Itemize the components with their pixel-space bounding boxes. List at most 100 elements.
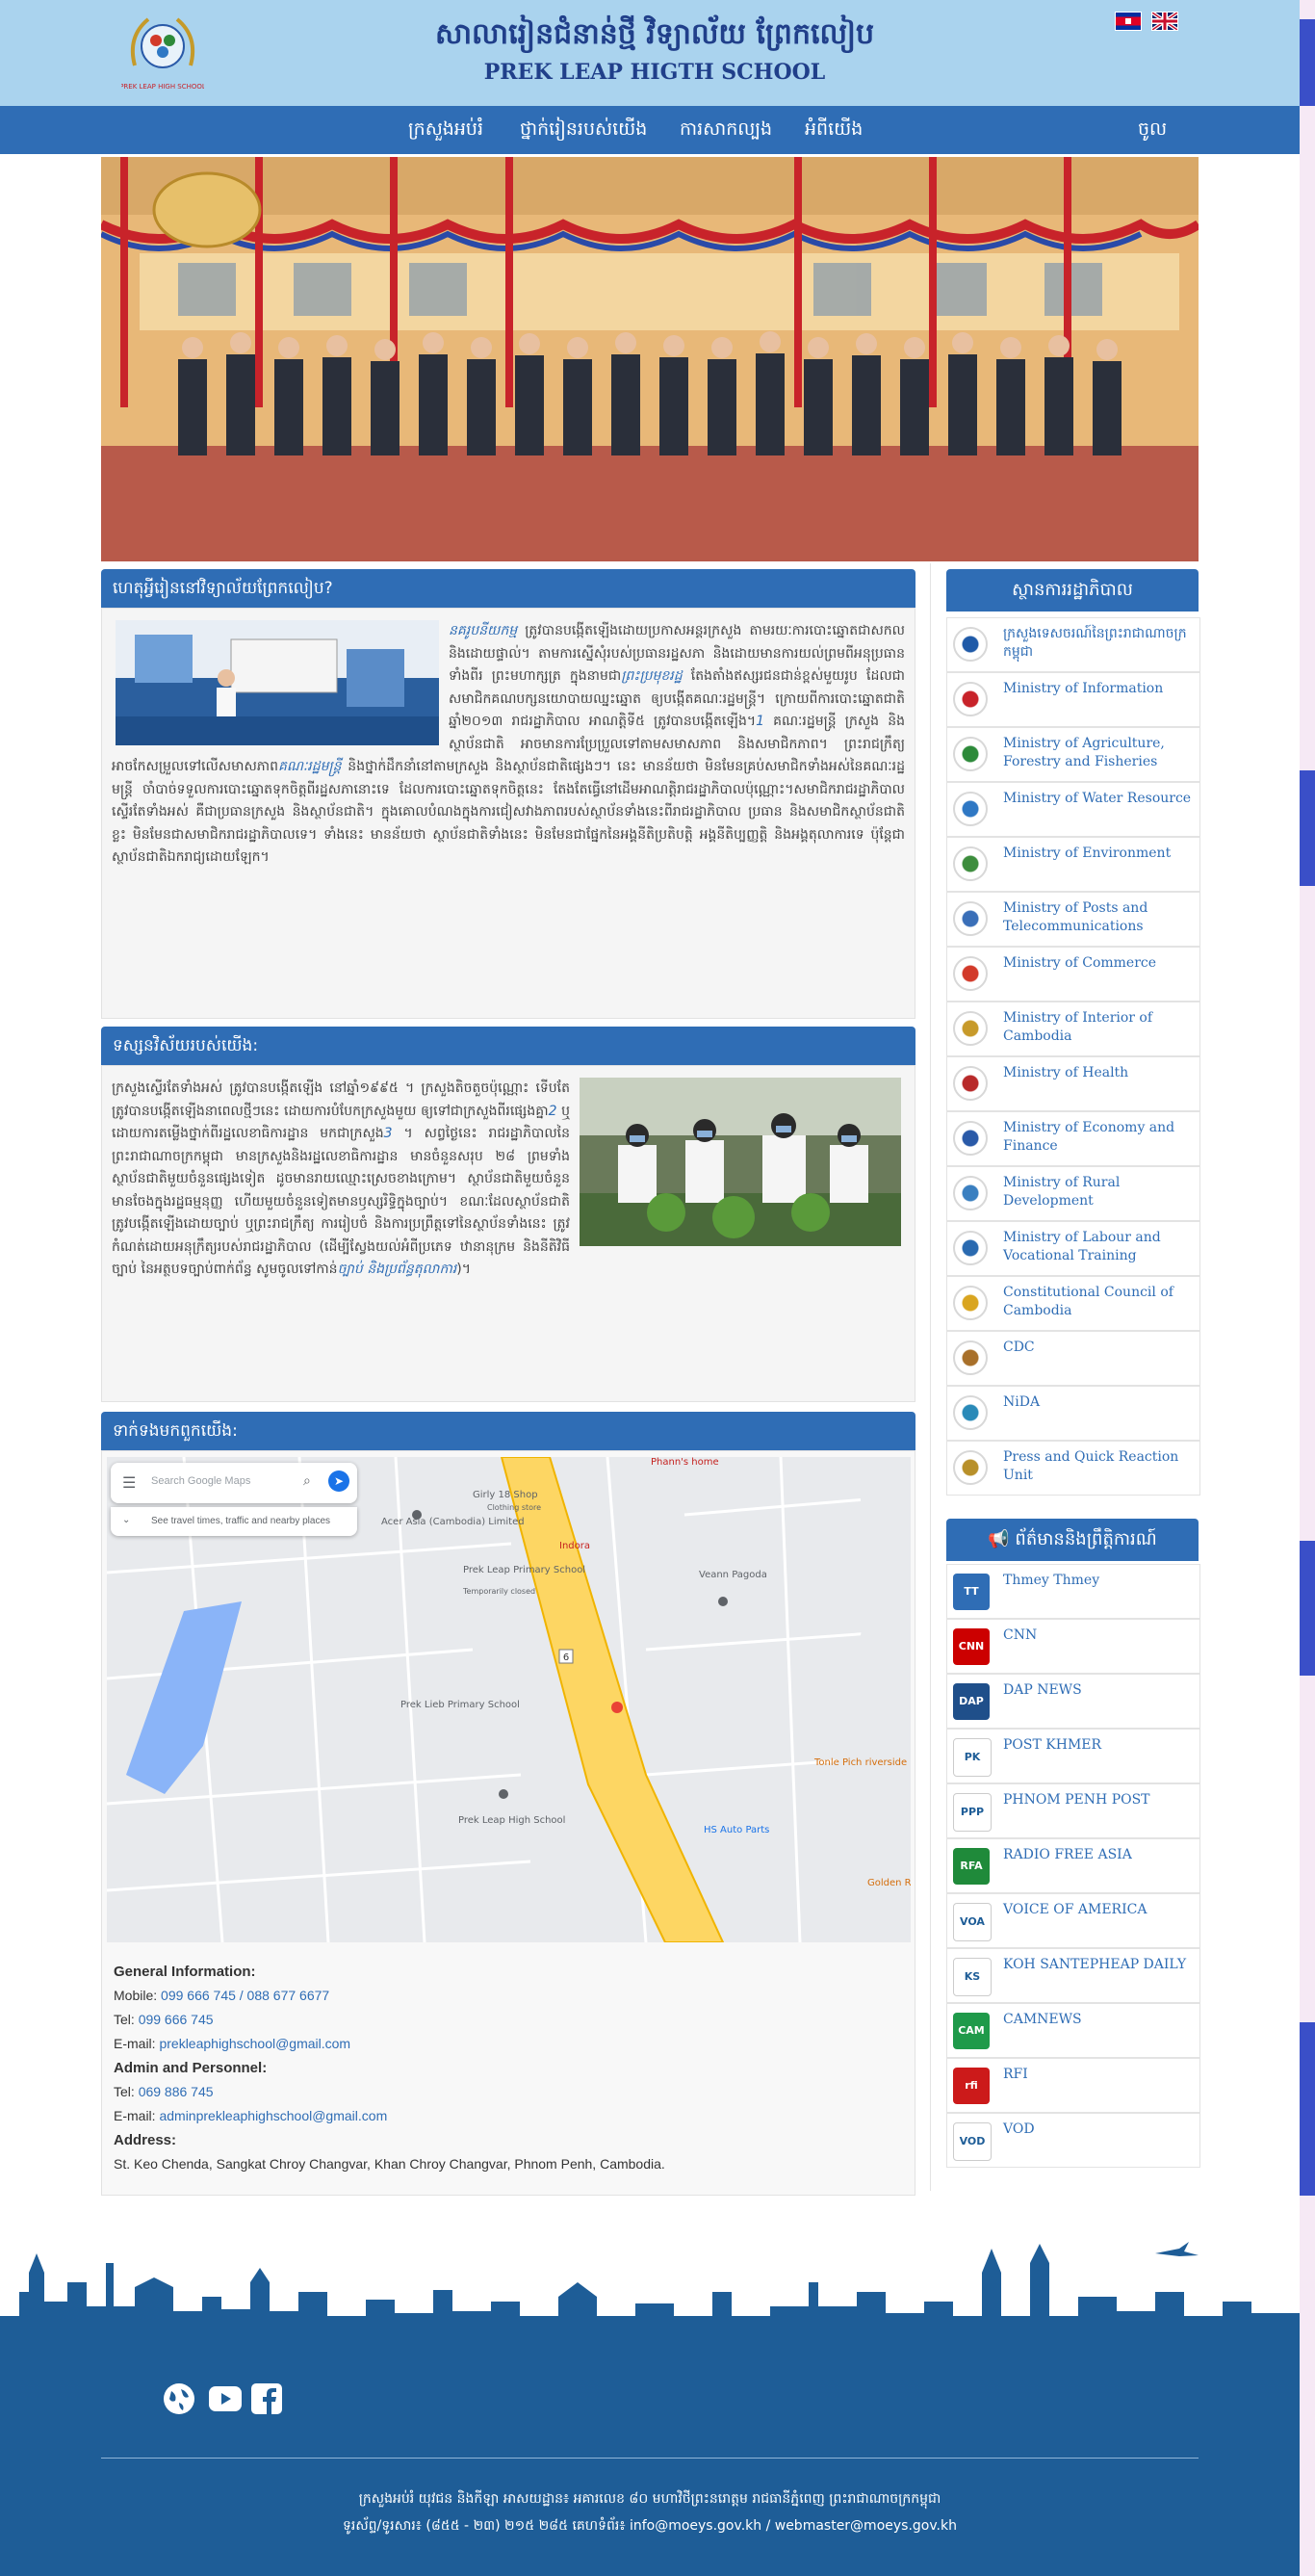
svg-text:Golden Riv: Golden Riv [867, 1878, 911, 1888]
gov-link-label: Press and Quick Reaction Unit [1003, 1449, 1179, 1483]
news-logo-icon: CAM [953, 2013, 990, 2049]
google-map[interactable]: 6 Girly 18 Shop Clothing store Acer Asia… [107, 1457, 911, 1942]
gov-link-label: Ministry of Rural Development [1003, 1175, 1121, 1209]
gov-link-item[interactable]: Ministry of Environment [946, 837, 1200, 892]
nav-about-us[interactable]: អំពីយើង [805, 117, 863, 144]
page-scroll-track[interactable] [1300, 0, 1315, 2576]
news-link-label: DAP NEWS [1003, 1682, 1082, 1698]
search-icon[interactable]: ⌕ [303, 1473, 311, 1489]
news-link-label: VOICE OF AMERICA [1003, 1902, 1147, 1917]
svg-text:Phann's home: Phann's home [651, 1457, 719, 1468]
youtube-icon[interactable] [208, 2385, 243, 2412]
gov-link-item[interactable]: Ministry of Commerce [946, 947, 1200, 1002]
megaphone-icon: 📢 [988, 1529, 1010, 1549]
english-flag-icon[interactable] [1150, 11, 1179, 32]
gov-link-item[interactable]: Press and Quick Reaction Unit [946, 1441, 1200, 1496]
news-logo-icon: RFA [953, 1848, 990, 1885]
gov-link-item[interactable]: Ministry of Economy and Finance [946, 1111, 1200, 1166]
ministry-emblem-icon [953, 846, 988, 881]
gov-heading: ស្ថានការរដ្ឋាភិបាល [946, 569, 1199, 611]
gov-link-item[interactable]: Ministry of Rural Development [946, 1166, 1200, 1221]
school-title-khmer: សាលារៀនជំនាន់ថ្មី វិទ្យាល័យ ព្រែកលៀប [434, 17, 875, 51]
news-link-item[interactable]: CNN CNN [946, 1619, 1200, 1674]
admin-title: Admin and Personnel: [114, 2060, 268, 2076]
gov-link-item[interactable]: Ministry of Posts and Telecommunications [946, 892, 1200, 947]
gov-link-item[interactable]: Ministry of Water Resource [946, 782, 1200, 837]
news-link-item[interactable]: DAP DAP NEWS [946, 1674, 1200, 1729]
facebook-icon[interactable] [250, 2382, 283, 2415]
gov-link-label: Ministry of Commerce [1003, 955, 1157, 971]
ministry-emblem-icon [953, 1066, 988, 1101]
gov-link-item[interactable]: Constitutional Council of Cambodia [946, 1276, 1200, 1331]
email-link[interactable]: prekleaphighschool@gmail.com [159, 2036, 350, 2051]
contact-heading: ទាក់ទងមកពួកយើង: [101, 1412, 915, 1450]
khmer-flag-icon[interactable] [1115, 12, 1142, 31]
gov-link-label: Constitutional Council of Cambodia [1003, 1285, 1173, 1318]
ministry-emblem-icon [953, 627, 988, 662]
news-link-label: POST KHMER [1003, 1737, 1102, 1753]
news-link-label: Thmey Thmey [1003, 1573, 1100, 1588]
news-logo-icon: TT [953, 1574, 990, 1610]
map-search-box[interactable]: ☰ Search Google Maps ⌕ ➤ [111, 1463, 357, 1503]
ministry-emblem-icon [953, 1395, 988, 1430]
chevron-down-icon: ⌄ [122, 1515, 131, 1525]
gov-link-item[interactable]: Ministry of Labour and Vocational Traini… [946, 1221, 1200, 1276]
gov-link-item[interactable]: Ministry of Information [946, 672, 1200, 727]
gov-link-label: Ministry of Economy and Finance [1003, 1120, 1175, 1154]
general-info-title: General Information: [114, 1964, 256, 1980]
news-link-item[interactable]: TT Thmey Thmey [946, 1564, 1200, 1619]
menu-icon[interactable]: ☰ [122, 1473, 136, 1492]
news-link-item[interactable]: PK POST KHMER [946, 1729, 1200, 1783]
news-link-item[interactable]: PPP PHNOM PENH POST [946, 1783, 1200, 1838]
news-link-item[interactable]: CAM CAMNEWS [946, 2003, 1200, 2058]
svg-text:6: 6 [563, 1652, 569, 1663]
gov-link-label: Ministry of Health [1003, 1065, 1129, 1080]
news-link-item[interactable]: VOA VOICE OF AMERICA [946, 1893, 1200, 1948]
gov-link-label: Ministry of Water Resource [1003, 791, 1192, 806]
gov-link-item[interactable]: NiDA [946, 1386, 1200, 1441]
svg-text:Prek Leap High School: Prek Leap High School [458, 1815, 565, 1826]
nav-exam[interactable]: ការសាកល្បង [680, 117, 772, 144]
news-link-item[interactable]: VOD VOD [946, 2113, 1200, 2168]
gov-link-item[interactable]: CDC [946, 1331, 1200, 1386]
svg-text:Temporarily closed: Temporarily closed [462, 1587, 535, 1596]
gov-link-item[interactable]: Ministry of Agriculture, Forestry and Fi… [946, 727, 1200, 782]
nav-login[interactable]: ចូល [1138, 117, 1167, 144]
gov-link-label: NiDA [1003, 1394, 1041, 1410]
classroom-photo [116, 620, 439, 745]
gov-link-item[interactable]: Ministry of Interior of Cambodia [946, 1002, 1200, 1056]
address-text: St. Keo Chenda, Sangkat Chroy Changvar, … [114, 2156, 665, 2172]
admin-tel-link[interactable]: 069 886 745 [139, 2084, 214, 2099]
admin-email-link[interactable]: adminprekleaphighschool@gmail.com [159, 2108, 387, 2123]
gov-link-item[interactable]: ក្រសួងទេសចរណ៍នៃព្រះរាជាណាចក្រកម្ពុជា [946, 617, 1200, 672]
site-header: PREK LEAP HIGH SCHOOL សាលារៀនជំនាន់ថ្មី … [0, 0, 1315, 106]
ministry-emblem-icon [953, 1231, 988, 1265]
ministry-emblem-icon [953, 737, 988, 771]
tel-link[interactable]: 099 666 745 [139, 2012, 214, 2027]
map-travel-hint[interactable]: ⌄ See travel times, traffic and nearby p… [111, 1507, 357, 1536]
map-search-input[interactable]: Search Google Maps [151, 1475, 250, 1487]
nav-our-classes[interactable]: ថ្នាក់រៀនរបស់យើង [520, 117, 647, 144]
ministry-emblem-icon [953, 1286, 988, 1320]
svg-text:HS Auto Parts: HS Auto Parts [704, 1825, 769, 1835]
news-link-label: KOH SANTEPHEAP DAILY [1003, 1957, 1187, 1972]
nav-ministry[interactable]: ក្រសួងអប់រំ [408, 117, 483, 144]
sidebar-divider [930, 563, 931, 2191]
news-link-item[interactable]: RFA RADIO FREE ASIA [946, 1838, 1200, 1893]
ministry-emblem-icon [953, 792, 988, 826]
gov-link-label: ក្រសួងទេសចរណ៍នៃព្រះរាជាណាចក្រកម្ពុជា [1003, 626, 1187, 660]
news-logo-icon: KS [953, 1958, 992, 1996]
svg-text:Girly 18 Shop: Girly 18 Shop [473, 1490, 538, 1500]
news-heading: 📢 ព័ត៌មាននិងព្រឹត្តិការណ៍ [946, 1519, 1199, 1561]
news-link-item[interactable]: rfi RFI [946, 2058, 1200, 2113]
gov-link-item[interactable]: Ministry of Health [946, 1056, 1200, 1111]
svg-text:Indora: Indora [559, 1541, 590, 1551]
news-logo-icon: VOD [953, 2122, 992, 2161]
news-link-item[interactable]: KS KOH SANTEPHEAP DAILY [946, 1948, 1200, 2003]
directions-icon[interactable]: ➤ [328, 1470, 349, 1492]
about-text: នគរូបនីយកម្ម ត្រូវបានបង្កើតឡើងដោយប្រកាសអ… [112, 620, 905, 870]
mobile-link[interactable]: 099 666 745 / 088 677 6677 [161, 1988, 329, 2003]
globe-icon[interactable] [162, 2381, 196, 2416]
school-logo[interactable]: PREK LEAP HIGH SCHOOL [119, 8, 206, 96]
gov-link-label: Ministry of Environment [1003, 846, 1172, 861]
